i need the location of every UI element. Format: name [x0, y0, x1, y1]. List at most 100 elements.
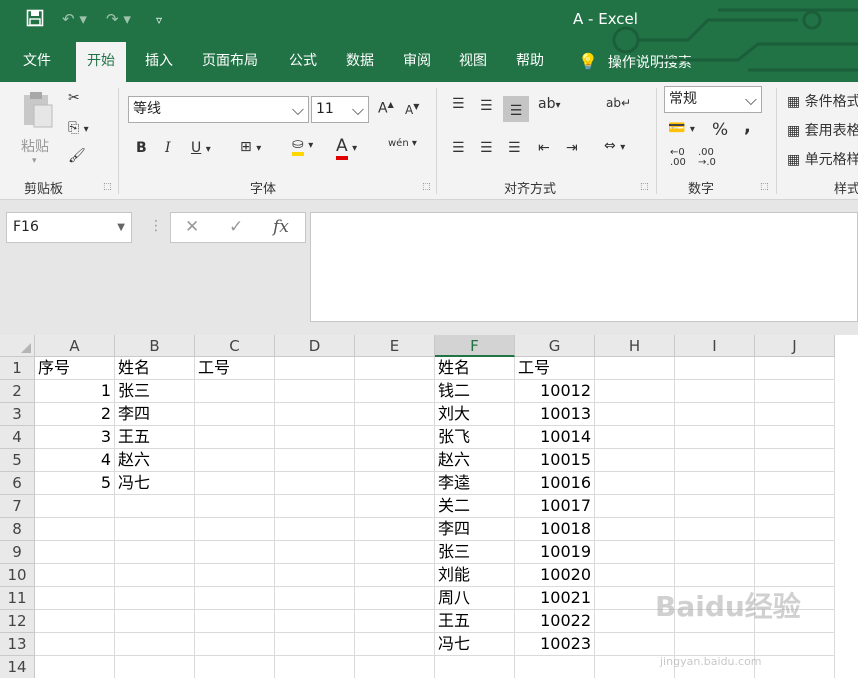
cell-g12[interactable]: 10022 — [515, 610, 595, 633]
font-color-icon[interactable]: A ▾ — [336, 136, 357, 160]
cell-a1[interactable]: 序号 — [35, 357, 115, 380]
cell-g1[interactable]: 工号 — [515, 357, 595, 380]
cell-h3[interactable] — [595, 403, 675, 426]
cell-b14[interactable] — [115, 656, 195, 678]
cell-g3[interactable]: 10013 — [515, 403, 595, 426]
cell-e14[interactable] — [355, 656, 435, 678]
enter-icon[interactable]: ✓ — [229, 217, 243, 237]
cell-e9[interactable] — [355, 541, 435, 564]
cell-f8[interactable]: 李四 — [435, 518, 515, 541]
cell-j5[interactable] — [755, 449, 835, 472]
cell-h2[interactable] — [595, 380, 675, 403]
cell-a11[interactable] — [35, 587, 115, 610]
cell-c13[interactable] — [195, 633, 275, 656]
decrease-indent-icon[interactable]: ⇤ — [538, 140, 550, 156]
tab-file[interactable]: 文件 — [12, 42, 62, 82]
select-all-button[interactable] — [0, 335, 35, 357]
cell-h13[interactable] — [595, 633, 675, 656]
cell-f6[interactable]: 李逵 — [435, 472, 515, 495]
cell-f4[interactable]: 张飞 — [435, 426, 515, 449]
cell-g2[interactable]: 10012 — [515, 380, 595, 403]
bold-button[interactable]: B — [136, 140, 147, 156]
cell-c6[interactable] — [195, 472, 275, 495]
cell-i13[interactable] — [675, 633, 755, 656]
cell-d14[interactable] — [275, 656, 355, 678]
align-left-icon[interactable]: ☰ — [452, 140, 465, 156]
cell-i5[interactable] — [675, 449, 755, 472]
cell-e5[interactable] — [355, 449, 435, 472]
column-header-b[interactable]: B — [115, 335, 195, 357]
cell-g11[interactable]: 10021 — [515, 587, 595, 610]
cell-h6[interactable] — [595, 472, 675, 495]
format-as-table-button[interactable]: ▦ 套用表格 — [787, 120, 858, 140]
cell-d8[interactable] — [275, 518, 355, 541]
row-header-7[interactable]: 7 — [0, 495, 35, 518]
tab-data[interactable]: 数据 — [335, 42, 385, 82]
bottom-align-icon[interactable]: ☰ — [503, 96, 529, 122]
cell-c3[interactable] — [195, 403, 275, 426]
cell-a6[interactable]: 5 — [35, 472, 115, 495]
percent-button[interactable]: % — [712, 120, 728, 140]
shrink-font-button[interactable]: A▼ — [405, 102, 419, 117]
cell-d2[interactable] — [275, 380, 355, 403]
cell-d13[interactable] — [275, 633, 355, 656]
column-header-f[interactable]: F — [435, 335, 515, 357]
save-icon[interactable] — [26, 9, 44, 31]
cell-a12[interactable] — [35, 610, 115, 633]
cell-d1[interactable] — [275, 357, 355, 380]
tab-view[interactable]: 视图 — [448, 42, 498, 82]
cell-d5[interactable] — [275, 449, 355, 472]
cell-i6[interactable] — [675, 472, 755, 495]
cell-g8[interactable]: 10018 — [515, 518, 595, 541]
comma-button[interactable]: , — [744, 116, 751, 137]
column-header-j[interactable]: J — [755, 335, 835, 357]
cell-d9[interactable] — [275, 541, 355, 564]
row-header-13[interactable]: 13 — [0, 633, 35, 656]
cell-a5[interactable]: 4 — [35, 449, 115, 472]
cell-j3[interactable] — [755, 403, 835, 426]
cell-e7[interactable] — [355, 495, 435, 518]
cell-c7[interactable] — [195, 495, 275, 518]
cell-f14[interactable] — [435, 656, 515, 678]
cell-a2[interactable]: 1 — [35, 380, 115, 403]
cell-e12[interactable] — [355, 610, 435, 633]
column-header-a[interactable]: A — [35, 335, 115, 357]
cell-j14[interactable] — [755, 656, 835, 678]
cell-g6[interactable]: 10016 — [515, 472, 595, 495]
number-format-combo[interactable]: 常规 ⌵ — [664, 86, 762, 113]
cell-c12[interactable] — [195, 610, 275, 633]
increase-indent-icon[interactable]: ⇥ — [566, 140, 578, 156]
cell-h1[interactable] — [595, 357, 675, 380]
tab-home[interactable]: 开始 — [76, 42, 126, 82]
copy-icon[interactable]: ⎘ ▾ — [68, 120, 89, 136]
row-header-10[interactable]: 10 — [0, 564, 35, 587]
tab-formulas[interactable]: 公式 — [278, 42, 328, 82]
grow-font-button[interactable]: A▲ — [378, 100, 394, 117]
cancel-icon[interactable]: ✕ — [185, 217, 199, 237]
cell-b10[interactable] — [115, 564, 195, 587]
cell-c4[interactable] — [195, 426, 275, 449]
fill-color-icon[interactable]: ⛀ ▾ — [292, 136, 313, 156]
decrease-decimal-icon[interactable]: .00 →.0 — [698, 148, 716, 168]
cell-f7[interactable]: 关二 — [435, 495, 515, 518]
accounting-icon[interactable]: 💳 ▾ — [668, 120, 695, 136]
font-launcher-icon[interactable]: ⬚ — [422, 182, 431, 192]
cell-f2[interactable]: 钱二 — [435, 380, 515, 403]
row-header-5[interactable]: 5 — [0, 449, 35, 472]
cell-a3[interactable]: 2 — [35, 403, 115, 426]
font-name-combo[interactable]: 等线 ⌵ — [128, 96, 309, 123]
tab-review[interactable]: 审阅 — [392, 42, 442, 82]
cell-f11[interactable]: 周八 — [435, 587, 515, 610]
row-header-1[interactable]: 1 — [0, 357, 35, 380]
cell-c9[interactable] — [195, 541, 275, 564]
cell-h4[interactable] — [595, 426, 675, 449]
cell-e4[interactable] — [355, 426, 435, 449]
cell-f5[interactable]: 赵六 — [435, 449, 515, 472]
paste-button[interactable]: 粘贴 ▾ — [18, 90, 58, 166]
format-painter-icon[interactable]: 🖌 — [68, 148, 86, 164]
tab-page-layout[interactable]: 页面布局 — [191, 42, 269, 82]
cell-e1[interactable] — [355, 357, 435, 380]
cell-a9[interactable] — [35, 541, 115, 564]
row-header-6[interactable]: 6 — [0, 472, 35, 495]
wrap-text-icon[interactable]: ab↵ — [606, 96, 631, 110]
